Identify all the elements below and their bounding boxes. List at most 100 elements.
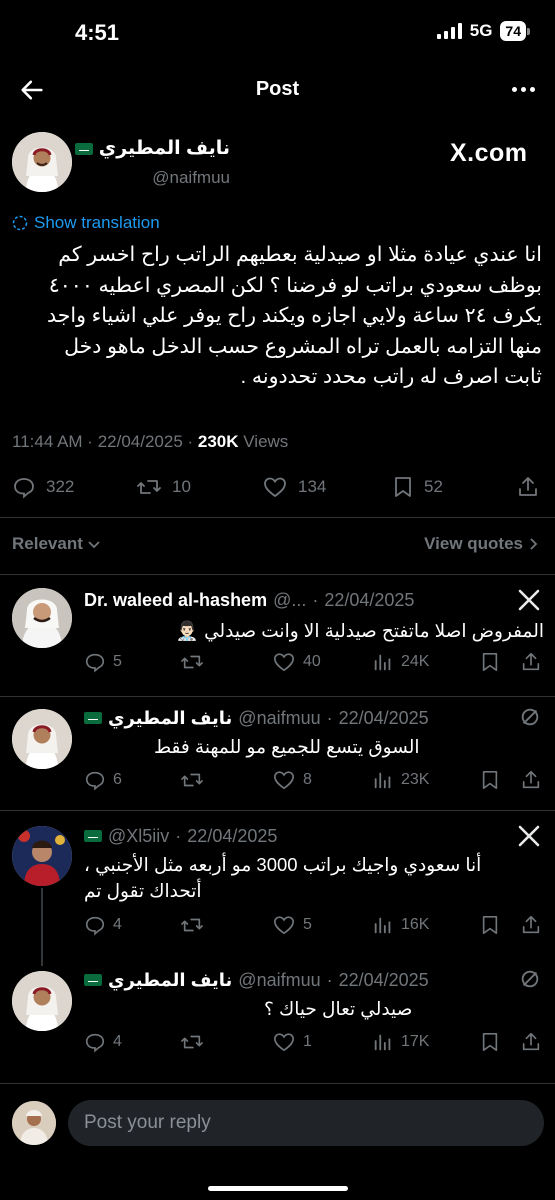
post-body-line: منها التزامه بالعمل تراه المشروع حسب الد… xyxy=(64,334,542,358)
post-date: 22/04/2025 xyxy=(97,432,183,451)
heart-icon xyxy=(264,477,286,498)
reply-handle[interactable]: @naifmuu xyxy=(238,970,320,991)
reply-count: 5 xyxy=(113,653,122,670)
views-button[interactable]: 23K xyxy=(372,769,429,791)
reply-button[interactable]: 4 xyxy=(84,1031,122,1053)
repost-icon xyxy=(181,773,203,787)
share-button[interactable] xyxy=(516,475,540,499)
bookmark-button[interactable] xyxy=(480,1031,500,1053)
status-time: 4:51 xyxy=(75,20,120,45)
reply-count: 6 xyxy=(113,771,122,788)
reply-header: نايف المطيري @naifmuu · 22/04/2025 xyxy=(84,968,497,992)
reply-handle[interactable]: @Xl5iiv xyxy=(108,826,169,847)
author-avatar[interactable] xyxy=(12,132,72,192)
bookmark-button[interactable] xyxy=(480,914,500,936)
share-button[interactable] xyxy=(520,1031,542,1053)
divider xyxy=(0,517,555,518)
reply-item[interactable]: Dr. waleed al-hashem @... · 22/04/2025 ا… xyxy=(0,588,555,696)
reply-count: 322 xyxy=(46,477,75,496)
signal-icon xyxy=(436,23,462,39)
like-count: 134 xyxy=(298,477,327,496)
saudi-flag-icon xyxy=(74,142,93,155)
reply-avatar[interactable] xyxy=(12,709,72,769)
show-translation-link[interactable]: Show translation xyxy=(12,213,160,233)
reply-author-name[interactable]: نايف المطيري xyxy=(108,970,232,991)
view-quotes-link[interactable]: View quotes xyxy=(424,534,539,554)
reply-author-name[interactable]: نايف المطيري xyxy=(108,708,232,729)
author-name: نايف المطيري xyxy=(98,138,230,159)
x-logo-icon xyxy=(517,824,541,848)
reply-input[interactable]: Post your reply xyxy=(68,1100,544,1146)
saudi-flag-icon xyxy=(84,974,102,986)
avatar-image xyxy=(12,132,72,192)
views-count: 16K xyxy=(401,916,430,933)
views-button[interactable]: 16K xyxy=(372,914,429,936)
author-handle[interactable]: @naifmuu xyxy=(152,168,230,188)
views-button[interactable]: 24K xyxy=(372,651,429,673)
avatar-image xyxy=(12,1101,56,1145)
repost-icon xyxy=(137,480,161,494)
reply-item[interactable]: @Xl5iiv · 22/04/2025 أنا سعودي واجيك برا… xyxy=(0,824,555,966)
sort-dropdown[interactable]: Relevant xyxy=(12,534,101,554)
reply-button[interactable]: 6 xyxy=(84,769,122,791)
views-button[interactable]: 17K xyxy=(372,1031,429,1053)
xcom-badge: X.com xyxy=(450,139,528,167)
like-button[interactable]: 8 xyxy=(272,769,312,791)
author-name-row[interactable]: نايف المطيري xyxy=(74,137,230,160)
reply-item[interactable]: نايف المطيري @naifmuu · 22/04/2025 السوق… xyxy=(0,706,555,810)
more-options-button[interactable] xyxy=(512,87,535,92)
bookmark-count: 52 xyxy=(424,477,443,496)
views-count: 24K xyxy=(401,653,430,670)
reply-actions: 4 1 17K xyxy=(84,1031,544,1057)
repost-icon xyxy=(181,918,203,932)
thread-line xyxy=(41,888,43,966)
like-count: 1 xyxy=(303,1033,312,1050)
reply-text: السوق يتسع للجميع مو للمهنة فقط xyxy=(84,734,544,760)
repost-button[interactable] xyxy=(180,914,211,936)
reply-button[interactable]: 4 xyxy=(84,914,122,936)
reply-button[interactable]: 5 xyxy=(84,651,122,673)
repost-button[interactable] xyxy=(180,651,211,673)
reply-item[interactable]: نايف المطيري @naifmuu · 22/04/2025 صيدلي… xyxy=(0,968,555,1068)
reply-date: 22/04/2025 xyxy=(324,589,415,610)
network-type: 5G xyxy=(469,21,493,40)
reply-button[interactable]: 322 xyxy=(12,475,74,499)
post-actions: 322 10 134 52 xyxy=(12,473,542,503)
reply-text: المفروض اصلا ماتفتح صيدلية الا وانت صيدل… xyxy=(84,618,544,644)
avatar-image xyxy=(12,971,72,1031)
reply-author-name[interactable]: Dr. waleed al-hashem xyxy=(84,590,267,611)
bookmark-button[interactable] xyxy=(480,769,500,791)
bookmark-button[interactable] xyxy=(480,651,500,673)
reply-avatar[interactable] xyxy=(12,826,72,886)
home-indicator xyxy=(208,1186,348,1191)
grok-icon xyxy=(519,706,541,728)
reply-icon xyxy=(85,916,105,936)
reply-text: أنا سعودي واجيك براتب 3000 مو أربعه مثل … xyxy=(84,852,544,904)
share-button[interactable] xyxy=(520,769,542,791)
reply-avatar[interactable] xyxy=(12,971,72,1031)
reply-handle[interactable]: @... xyxy=(273,590,306,611)
share-button[interactable] xyxy=(520,914,542,936)
like-button[interactable]: 5 xyxy=(272,914,312,936)
share-button[interactable] xyxy=(520,651,542,673)
like-button[interactable]: 134 xyxy=(262,475,326,499)
repost-button[interactable] xyxy=(180,769,211,791)
repost-button[interactable] xyxy=(180,1031,211,1053)
reply-icon xyxy=(14,478,34,499)
my-avatar[interactable] xyxy=(12,1101,56,1145)
analytics-icon xyxy=(374,1034,391,1051)
reply-input-placeholder: Post your reply xyxy=(84,1112,211,1133)
like-button[interactable]: 40 xyxy=(272,651,321,673)
share-icon xyxy=(522,770,540,789)
post-meta: 11:44 AM · 22/04/2025 · 230K Views xyxy=(12,432,289,451)
avatar-image xyxy=(12,588,72,648)
share-icon xyxy=(522,652,540,671)
bookmark-button[interactable]: 52 xyxy=(392,475,443,499)
analytics-icon xyxy=(374,917,391,934)
reply-avatar[interactable] xyxy=(12,588,72,648)
like-button[interactable]: 1 xyxy=(272,1031,312,1053)
repost-button[interactable]: 10 xyxy=(136,475,191,499)
reply-handle[interactable]: @naifmuu xyxy=(238,708,320,729)
dot-icon xyxy=(512,87,517,92)
divider xyxy=(0,810,555,811)
